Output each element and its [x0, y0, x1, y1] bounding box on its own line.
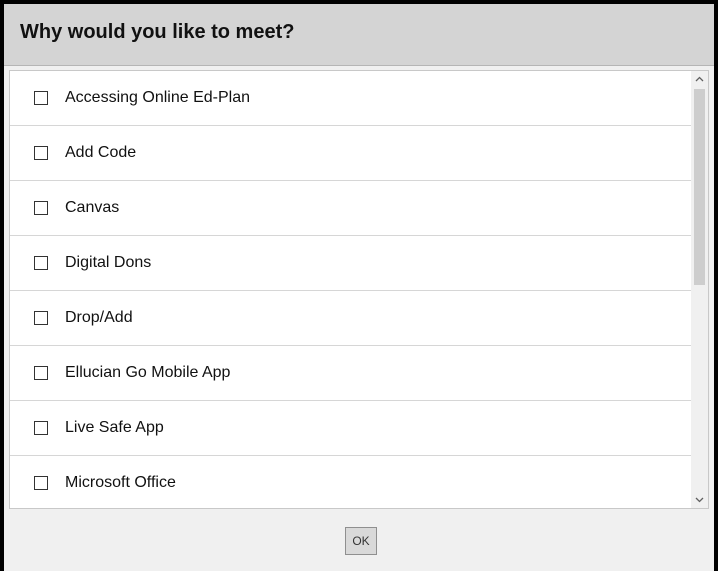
chevron-down-icon[interactable]: [691, 492, 708, 508]
checkbox[interactable]: [34, 91, 48, 105]
reason-label: Ellucian Go Mobile App: [65, 364, 231, 381]
ok-button[interactable]: OK: [345, 527, 377, 555]
checkbox[interactable]: [34, 476, 48, 490]
reason-label: Accessing Online Ed-Plan: [65, 89, 250, 106]
dialog-title: Why would you like to meet?: [20, 21, 295, 43]
reason-list-container: Accessing Online Ed-Plan Add Code Canvas…: [9, 70, 709, 509]
reason-item-canvas[interactable]: Canvas: [10, 181, 692, 236]
reason-label: Canvas: [65, 199, 120, 216]
reason-item-drop-add[interactable]: Drop/Add: [10, 291, 692, 346]
reason-item-add-code[interactable]: Add Code: [10, 126, 692, 181]
reason-item-digital-dons[interactable]: Digital Dons: [10, 236, 692, 291]
reason-label: Live Safe App: [65, 419, 164, 436]
reason-label: Microsoft Office: [65, 474, 176, 491]
vertical-scrollbar[interactable]: [691, 71, 708, 508]
reason-list: Accessing Online Ed-Plan Add Code Canvas…: [10, 71, 692, 508]
scrollbar-thumb[interactable]: [694, 89, 705, 285]
reason-label: Digital Dons: [65, 254, 152, 271]
meeting-reason-dialog: Why would you like to meet? Accessing On…: [0, 0, 718, 571]
reason-label: Add Code: [65, 144, 137, 161]
reason-item-ellucian-go-mobile-app[interactable]: Ellucian Go Mobile App: [10, 346, 692, 401]
checkbox[interactable]: [34, 421, 48, 435]
reason-label: Drop/Add: [65, 309, 133, 326]
checkbox[interactable]: [34, 146, 48, 160]
reason-item-accessing-online-ed-plan[interactable]: Accessing Online Ed-Plan: [10, 71, 692, 126]
reason-item-microsoft-office[interactable]: Microsoft Office: [10, 456, 692, 508]
checkbox[interactable]: [34, 311, 48, 325]
checkbox[interactable]: [34, 201, 48, 215]
chevron-up-icon[interactable]: [691, 71, 708, 87]
checkbox[interactable]: [34, 256, 48, 270]
dialog-header: Why would you like to meet?: [4, 4, 714, 66]
dialog-footer: OK: [4, 510, 714, 571]
reason-item-live-safe-app[interactable]: Live Safe App: [10, 401, 692, 456]
checkbox[interactable]: [34, 366, 48, 380]
